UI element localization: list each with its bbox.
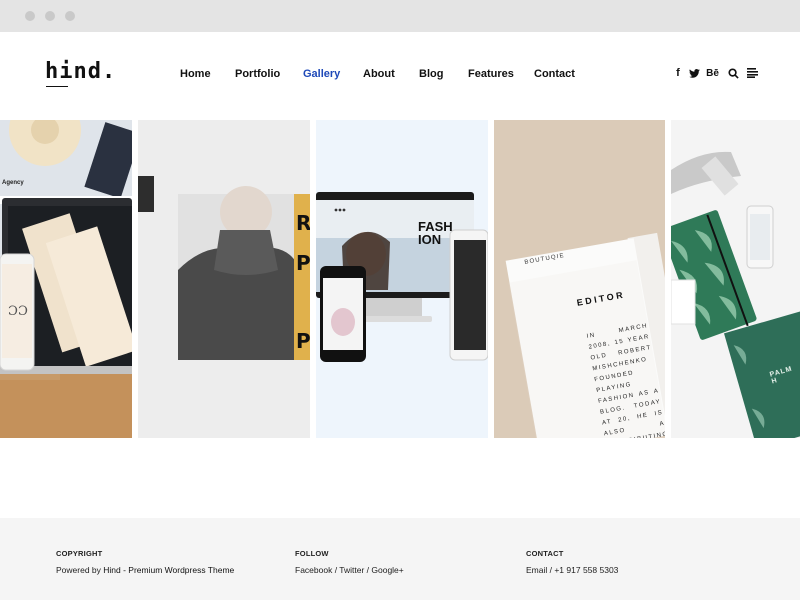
menu-icon[interactable]	[746, 66, 758, 80]
window-maximize-dot[interactable]	[65, 11, 75, 21]
nav-item-contact[interactable]: Contact	[534, 68, 575, 80]
gallery-tile-agency[interactable]: ƆƆ Agency	[0, 120, 132, 438]
nav-item-features[interactable]: Features	[468, 68, 514, 80]
gallery-tile-palm[interactable]: PALM H	[671, 120, 800, 438]
nav-item-gallery[interactable]: Gallery	[303, 68, 340, 80]
footer-follow-links[interactable]: Facebook / Twitter / Google+	[295, 565, 404, 575]
footer-contact-prefix: Email /	[526, 565, 555, 575]
behance-icon[interactable]: Bē	[705, 66, 720, 80]
svg-text:P: P	[296, 329, 310, 353]
svg-text:ƆƆ: ƆƆ	[8, 304, 28, 319]
gallery-tile-fashion[interactable]: FASH ION	[316, 120, 488, 438]
agency-label: Agency	[2, 180, 24, 186]
facebook-icon[interactable]: f	[674, 66, 682, 80]
window-minimize-dot[interactable]	[45, 11, 55, 21]
browser-chrome	[0, 0, 800, 32]
fashion-headline: FASH ION	[418, 219, 453, 247]
svg-text:P: P	[296, 251, 310, 275]
window-close-dot[interactable]	[25, 11, 35, 21]
gallery-grid: ƆƆ Agency R P P FASH ION BOUTUQIE EDITOR…	[0, 120, 800, 438]
footer-copyright-prefix: Powered by	[56, 565, 104, 575]
site-footer: COPYRIGHT Powered by Hind - Premium Word…	[0, 518, 800, 600]
nav-item-about[interactable]: About	[363, 68, 395, 80]
logo-underline	[46, 86, 68, 87]
nav-item-blog[interactable]: Blog	[419, 68, 443, 80]
gallery-tile-editor[interactable]: BOUTUQIE EDITOR IN MARCH 2008, 15 YEAR O…	[494, 120, 665, 438]
nav-item-portfolio[interactable]: Portfolio	[235, 68, 280, 80]
site-header: hind. Home Portfolio Gallery About Blog …	[0, 32, 800, 120]
gallery-tile-magazine[interactable]: R P P	[138, 120, 310, 438]
footer-contact-heading: CONTACT	[526, 549, 564, 558]
footer-follow-heading: FOLLOW	[295, 549, 329, 558]
footer-theme-link[interactable]: Hind - Premium Wordpress Theme	[103, 565, 234, 575]
site-logo[interactable]: hind.	[45, 59, 116, 84]
footer-contact-text: Email / +1 917 558 5303	[526, 565, 618, 575]
footer-copyright: COPYRIGHT Powered by Hind - Premium Word…	[56, 549, 234, 575]
footer-contact-phone[interactable]: +1 917 558 5303	[554, 565, 618, 575]
svg-text:R: R	[296, 211, 310, 235]
footer-contact: CONTACT Email / +1 917 558 5303	[526, 549, 618, 575]
footer-copyright-text: Powered by Hind - Premium Wordpress Them…	[56, 565, 234, 575]
twitter-icon[interactable]	[689, 66, 700, 80]
search-icon[interactable]	[727, 66, 739, 80]
footer-follow: FOLLOW Facebook / Twitter / Google+	[295, 549, 404, 575]
footer-copyright-heading: COPYRIGHT	[56, 549, 103, 558]
nav-item-home[interactable]: Home	[180, 68, 211, 80]
